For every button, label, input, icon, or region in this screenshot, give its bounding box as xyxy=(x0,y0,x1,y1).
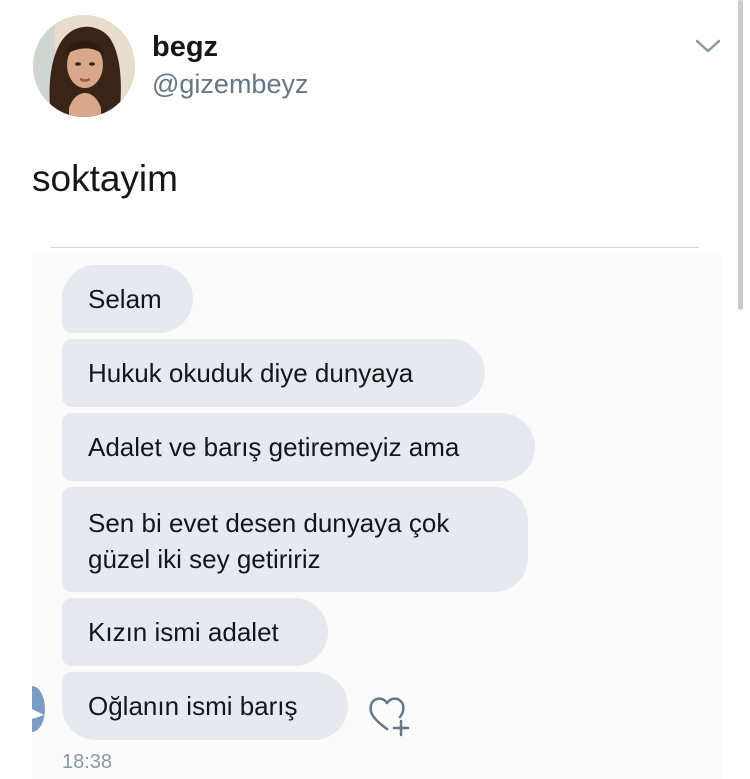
message-bubble: Selam xyxy=(62,265,193,333)
tweet-text: soktayim xyxy=(32,158,178,199)
message-bubble: Hukuk okuduk diye dunyaya xyxy=(62,339,485,407)
chevron-down-icon[interactable] xyxy=(694,36,722,56)
message-timestamp: 18:38 xyxy=(62,751,113,773)
message-bubble: Kızın ismi adalet xyxy=(62,598,328,666)
sender-avatar xyxy=(32,685,46,733)
scrollbar[interactable] xyxy=(738,0,743,310)
author-avatar[interactable] xyxy=(33,15,135,117)
heart-add-icon[interactable] xyxy=(367,693,413,737)
message-bubble: Oğlanın ismi barış xyxy=(62,672,348,740)
author-display-name[interactable]: begz xyxy=(152,33,218,62)
author-handle[interactable]: @gizembeyz xyxy=(152,71,308,98)
divider xyxy=(50,247,699,248)
message-bubble: Adalet ve barış getiremeyiz ama xyxy=(62,413,535,481)
message-bubble: Sen bi evet desen dunyaya çok güzel iki … xyxy=(62,487,528,592)
